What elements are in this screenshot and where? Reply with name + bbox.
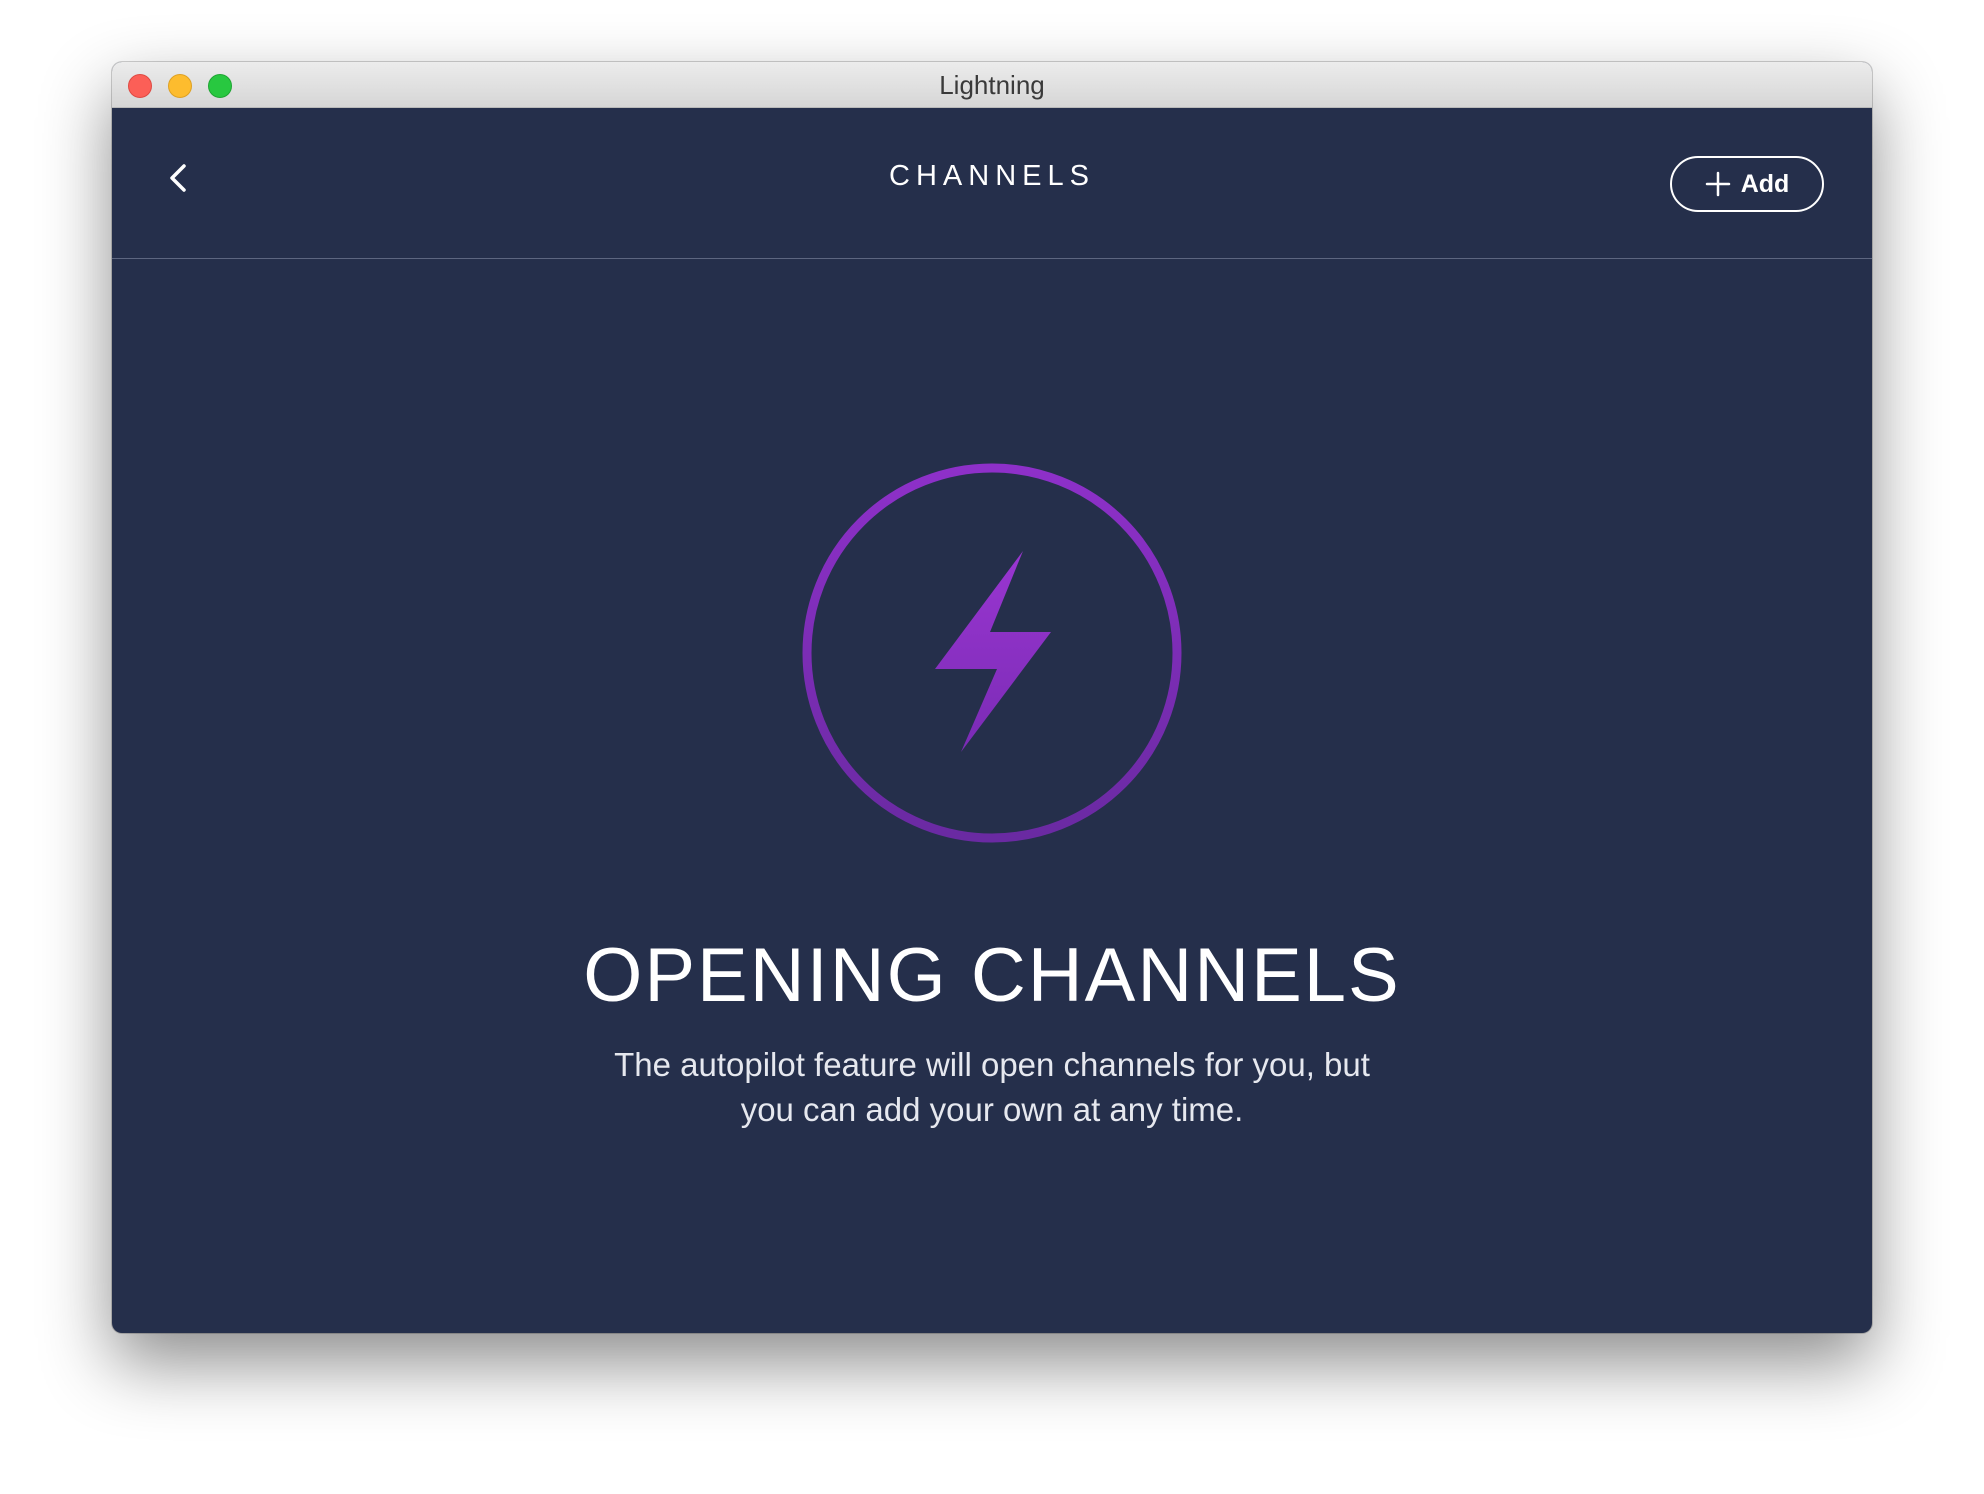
empty-state-description: The autopilot feature will open channels… xyxy=(614,1046,1370,1128)
app-window: Lightning CHANNELS Add OPENING CHANNELS … xyxy=(112,62,1872,1333)
plus-icon xyxy=(1705,171,1730,197)
add-button-label: Add xyxy=(1740,169,1790,198)
title-bar[interactable]: Lightning xyxy=(112,62,1872,108)
lightning-bolt-icon xyxy=(802,463,1182,843)
page-header: CHANNELS Add xyxy=(112,108,1872,259)
add-channel-button[interactable]: Add xyxy=(1670,156,1824,212)
window-title: Lightning xyxy=(939,70,1045,100)
hero-bolt xyxy=(935,551,1051,752)
page-title: CHANNELS xyxy=(889,160,1095,192)
empty-state-heading: OPENING CHANNELS xyxy=(583,933,1401,1018)
